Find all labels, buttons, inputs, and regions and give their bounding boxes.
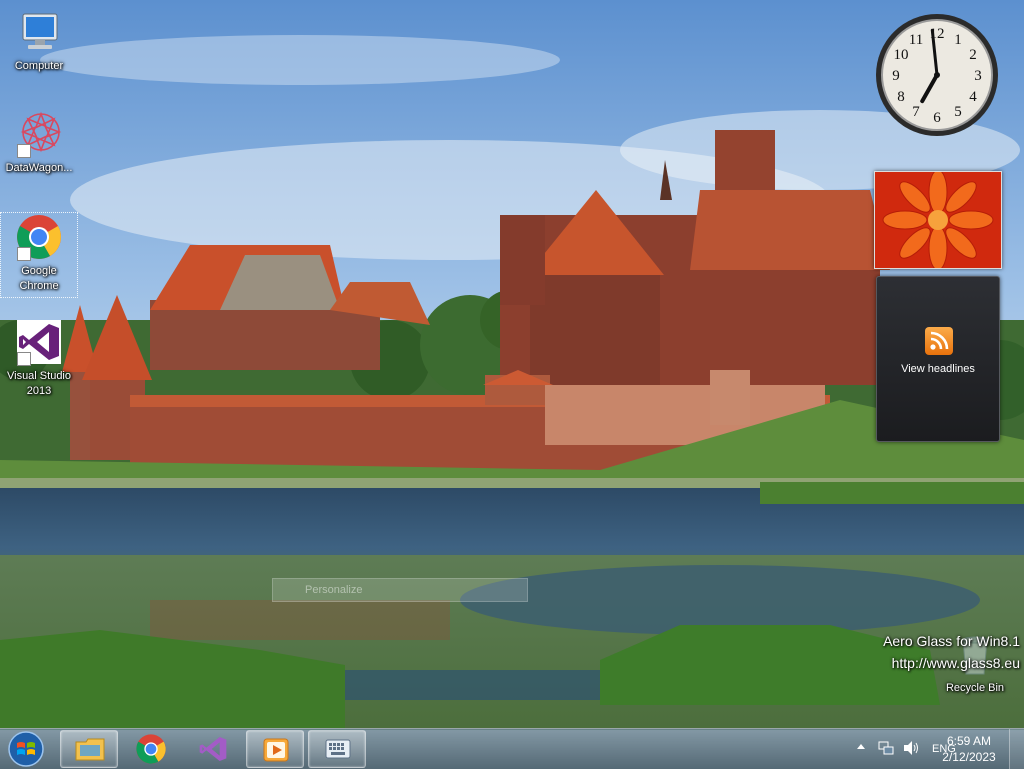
desktop-icon-label: Recycle Bin [945, 682, 1005, 694]
taskbar-media-player[interactable] [246, 730, 304, 768]
svg-text:6: 6 [933, 110, 941, 126]
shortcut-arrow-icon [17, 144, 31, 158]
folder-icon [75, 738, 105, 761]
svg-text:1: 1 [954, 32, 962, 48]
svg-text:8: 8 [897, 89, 905, 105]
watermark-line-1: Aero Glass for Win8.1 [883, 633, 1020, 649]
start-button[interactable] [4, 730, 48, 768]
taskbar-file-explorer[interactable] [60, 730, 118, 768]
windows-start-icon [8, 731, 44, 767]
slideshow-gadget[interactable] [874, 169, 1002, 271]
taskbar-date: 2/12/2023 [942, 750, 996, 764]
taskbar-google-chrome[interactable] [122, 730, 178, 766]
notification-area: ENG 6:59 AM 2/12/2023 [824, 729, 1024, 769]
speaker-icon [904, 741, 918, 755]
network-icon [878, 741, 894, 755]
rss-icon [925, 327, 953, 355]
svg-text:5: 5 [954, 104, 962, 120]
taskbar-clock[interactable]: 6:59 AM 2/12/2023 [934, 733, 1004, 765]
orange-flower-photo [875, 169, 1001, 271]
svg-text:11: 11 [909, 32, 923, 48]
desktop-icon-google-chrome[interactable]: Google Chrome [0, 212, 78, 298]
visual-studio-icon [199, 737, 227, 761]
show-hidden-icons-button[interactable] [856, 740, 866, 757]
shortcut-arrow-icon [17, 352, 31, 366]
taskbar: ENG 6:59 AM 2/12/2023 [0, 728, 1024, 769]
clock-gadget[interactable]: 12 1 2 345 678 9 10 11 [874, 12, 1000, 138]
desktop-icon-label: DataWagon... [5, 162, 73, 174]
svg-text:9: 9 [892, 68, 900, 84]
aero-glass-watermark: Aero Glass for Win8.1 http://www.glass8.… [883, 630, 1020, 674]
svg-text:10: 10 [894, 47, 909, 63]
chrome-icon [15, 213, 63, 261]
computer-icon [15, 8, 63, 56]
datawagon-icon [15, 110, 63, 158]
show-desktop-button[interactable] [1009, 729, 1024, 769]
visual-studio-icon [15, 318, 63, 366]
personalize-menu-item[interactable]: Personalize [272, 578, 528, 602]
desktop-icon-datawagon[interactable]: DataWagon... [1, 110, 77, 176]
chevron-up-icon [857, 744, 865, 749]
svg-text:3: 3 [974, 68, 982, 84]
desktop-icon-label: Visual Studio 2013 [6, 370, 71, 397]
svg-text:2: 2 [969, 47, 977, 63]
media-player-icon [263, 738, 289, 762]
chrome-icon [136, 734, 166, 764]
feed-headlines-gadget[interactable]: View headlines [876, 276, 1000, 442]
desktop-icon-computer[interactable]: Computer [1, 8, 77, 74]
network-tray-button[interactable] [878, 740, 894, 759]
view-headlines-link[interactable]: View headlines [877, 363, 999, 375]
desktop-icon-label: Google Chrome [19, 265, 59, 292]
taskbar-on-screen-keyboard[interactable] [308, 730, 366, 768]
desktop-wallpaper [0, 0, 1024, 730]
keyboard-icon [325, 739, 351, 759]
shortcut-arrow-icon [17, 247, 31, 261]
watermark-line-2: http://www.glass8.eu [891, 655, 1020, 671]
personalize-label: Personalize [305, 584, 363, 596]
desktop-icon-visual-studio-2013[interactable]: Visual Studio 2013 [1, 318, 77, 399]
taskbar-visual-studio[interactable] [184, 730, 240, 766]
analog-clock-icon: 12 12 345 678 91011 [876, 14, 998, 136]
svg-text:7: 7 [912, 104, 920, 120]
taskbar-time: 6:59 AM [946, 734, 992, 748]
volume-tray-button[interactable] [902, 740, 920, 759]
desktop-icon-label: Computer [14, 60, 64, 72]
svg-text:4: 4 [969, 89, 977, 105]
